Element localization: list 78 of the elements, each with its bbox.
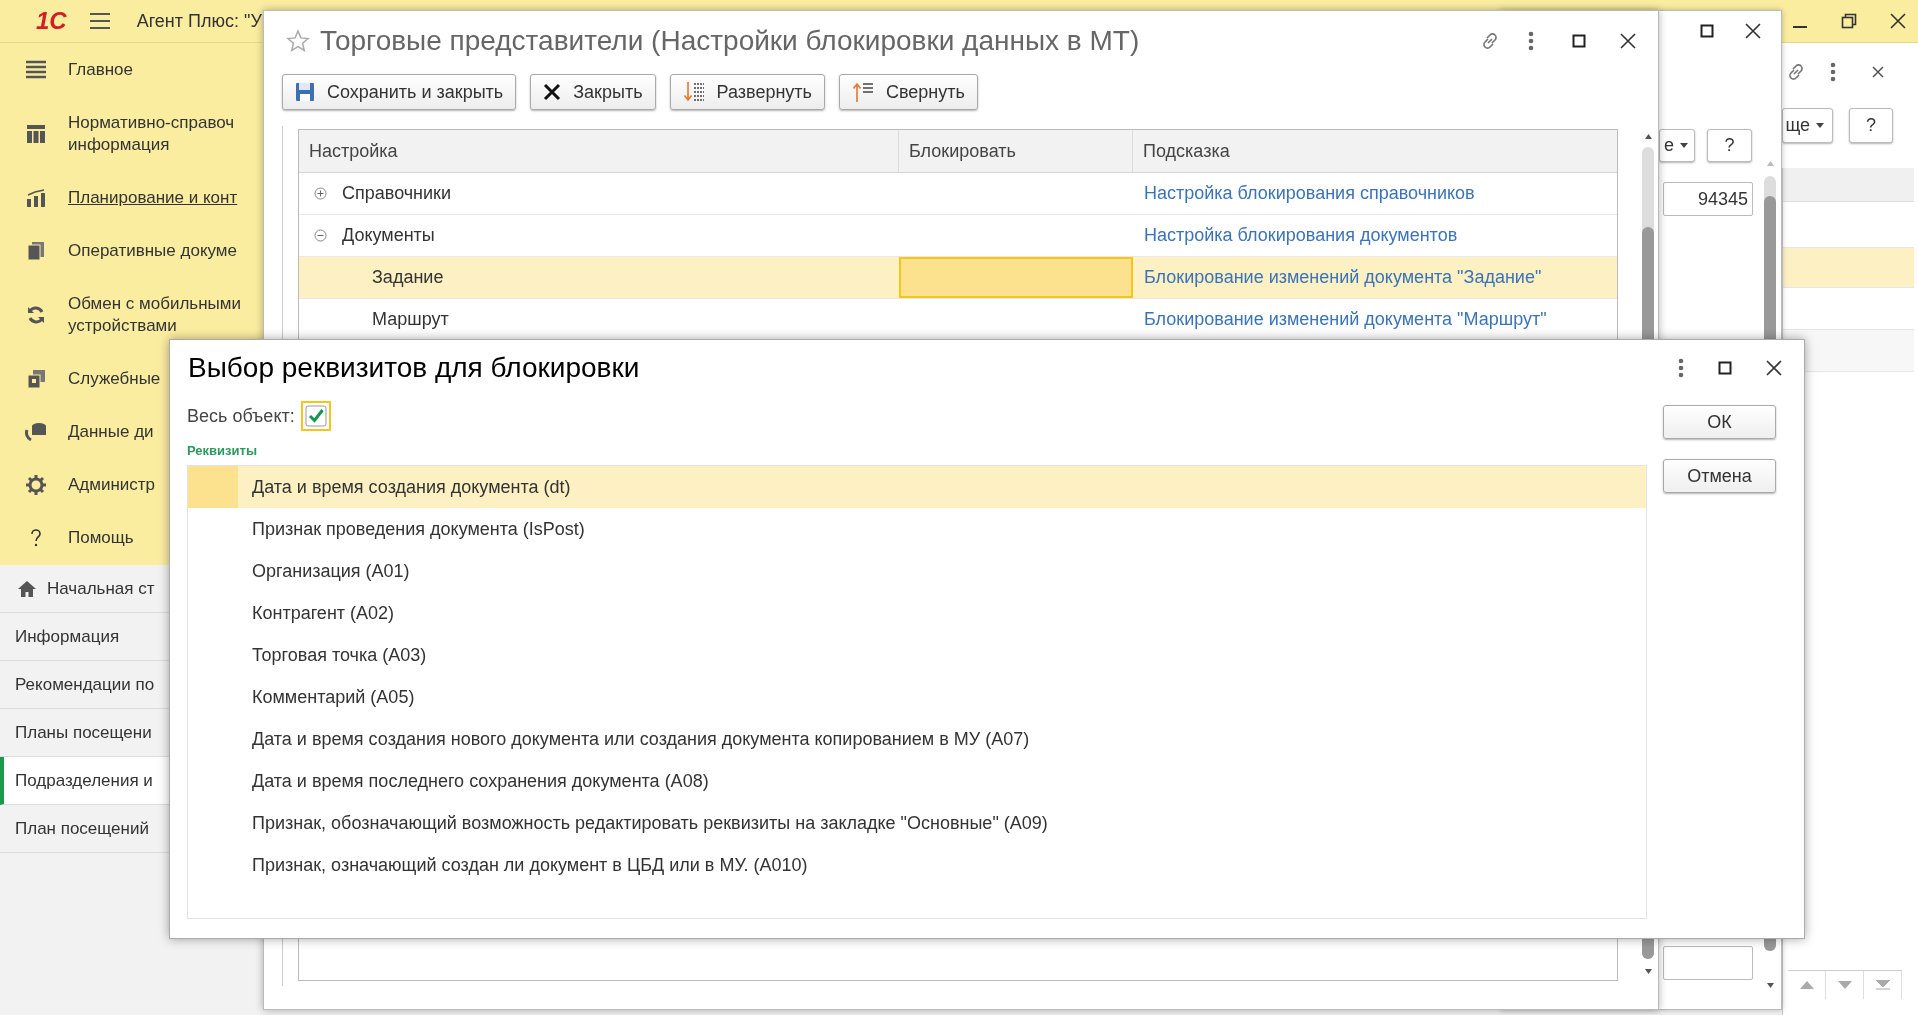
home-icon bbox=[17, 579, 37, 598]
toolbar-button[interactable]: ще bbox=[1782, 108, 1833, 143]
settings-icon bbox=[26, 474, 46, 495]
tree-item-label: Справочники bbox=[342, 182, 452, 205]
column-header[interactable]: Подсказка bbox=[1133, 130, 1617, 172]
sort-up-icon bbox=[851, 81, 874, 103]
maximize-icon[interactable] bbox=[1718, 361, 1732, 375]
tree-row[interactable]: Задание Блокирование изменений документа "Задание" bbox=[299, 257, 1617, 299]
dialog-button[interactable]: Отмена bbox=[1663, 459, 1776, 493]
sidebar-item[interactable]: Оперативные докуме bbox=[0, 224, 265, 277]
toolbar-button[interactable]: Развернуть bbox=[669, 74, 825, 110]
sync-icon bbox=[26, 304, 46, 325]
list-row[interactable]: Признак проведения документа (IsPost) bbox=[188, 508, 1646, 550]
hint-link[interactable]: Блокирование изменений документа "Задание" bbox=[1144, 264, 1542, 291]
hint-link[interactable]: Настройка блокирования справочников bbox=[1144, 180, 1475, 207]
documents-icon bbox=[26, 240, 46, 261]
focused-cell[interactable] bbox=[899, 257, 1133, 298]
caret-icon bbox=[1680, 143, 1688, 148]
input-field[interactable] bbox=[1663, 946, 1753, 980]
scroll-up-icon bbox=[1766, 161, 1774, 166]
sidebar-item[interactable]: Нормативно-справоч информация bbox=[0, 96, 265, 171]
caret-icon bbox=[1816, 123, 1824, 128]
tree-item-label: Документы bbox=[342, 224, 435, 247]
field-label: Весь объект: bbox=[187, 404, 295, 428]
close-icon[interactable] bbox=[1745, 23, 1761, 39]
tree-row[interactable]: Справочники Настройка блокирования справочников bbox=[299, 173, 1617, 215]
column-header[interactable]: Блокировать bbox=[899, 130, 1133, 172]
expand-icon[interactable] bbox=[314, 187, 327, 200]
sidebar-item[interactable]: Главное bbox=[0, 43, 265, 96]
scroll-up-icon bbox=[1644, 134, 1652, 139]
group-label: Реквизиты bbox=[187, 442, 258, 459]
close-icon[interactable] bbox=[1890, 13, 1906, 29]
checkmark-icon bbox=[304, 405, 327, 427]
app-title: Агент Плюс: "У bbox=[136, 9, 262, 33]
window-title: Торговые представители (Настройки блокировки данных в МТ) bbox=[320, 24, 1140, 58]
close-icon[interactable] bbox=[1620, 33, 1636, 49]
dialog-button[interactable]: ОК bbox=[1663, 405, 1776, 439]
more-icon[interactable] bbox=[1830, 62, 1836, 82]
star-icon[interactable] bbox=[286, 29, 310, 53]
scroll-down-icon bbox=[1837, 981, 1852, 989]
more-icon[interactable] bbox=[1678, 358, 1684, 378]
close-icon bbox=[543, 83, 562, 101]
bar-chart-icon bbox=[26, 188, 46, 207]
sidebar-item[interactable]: Планирование и конт bbox=[0, 171, 265, 224]
list-icon bbox=[25, 59, 47, 80]
column-header[interactable]: Настройка bbox=[299, 130, 899, 172]
scroll-end-icon bbox=[1875, 980, 1890, 990]
restore-icon[interactable] bbox=[1841, 13, 1857, 29]
toolbar-button[interactable]: Сохранить и закрыть bbox=[282, 74, 517, 110]
collapse-icon[interactable] bbox=[314, 229, 327, 242]
scroll-down-icon bbox=[1644, 969, 1652, 974]
dialog-title: Выбор реквизитов для блокировки bbox=[188, 351, 640, 385]
logo: 1С bbox=[36, 9, 67, 33]
tree-item-label: Задание bbox=[372, 266, 444, 289]
close-icon[interactable] bbox=[1766, 360, 1782, 376]
close-icon[interactable] bbox=[1872, 66, 1884, 78]
more-icon[interactable] bbox=[1528, 31, 1534, 51]
help-icon bbox=[30, 528, 42, 547]
hint-link[interactable]: Блокирование изменений документа "Маршрут" bbox=[1144, 306, 1547, 333]
stack-icon bbox=[26, 368, 46, 389]
toolbar-button[interactable]: ? bbox=[1849, 108, 1893, 143]
toolbar-button[interactable]: Свернуть bbox=[838, 74, 978, 110]
menu-icon[interactable] bbox=[88, 12, 111, 30]
scroll-up-icon bbox=[1799, 981, 1814, 989]
tree-item-label: Маршрут bbox=[372, 308, 449, 331]
toolbar-button[interactable]: Закрыть bbox=[530, 74, 656, 110]
checkbox[interactable] bbox=[300, 401, 331, 431]
maximize-icon[interactable] bbox=[1700, 24, 1714, 38]
scroll-down-icon bbox=[1767, 983, 1774, 988]
maximize-icon[interactable] bbox=[1572, 34, 1586, 48]
toolbar-button[interactable]: е bbox=[1659, 129, 1695, 162]
hint-link[interactable]: Настройка блокирования документов bbox=[1144, 222, 1458, 249]
toolbar-button[interactable]: ? bbox=[1707, 129, 1752, 162]
sidebar-item[interactable]: Обмен с мобильными устройствами bbox=[0, 277, 265, 352]
columns-icon bbox=[26, 123, 46, 144]
sort-down-icon bbox=[682, 81, 705, 103]
list-row[interactable]: Дата и время создания документа (dt) bbox=[188, 466, 1646, 508]
number-field[interactable]: 94345 bbox=[1663, 182, 1753, 216]
